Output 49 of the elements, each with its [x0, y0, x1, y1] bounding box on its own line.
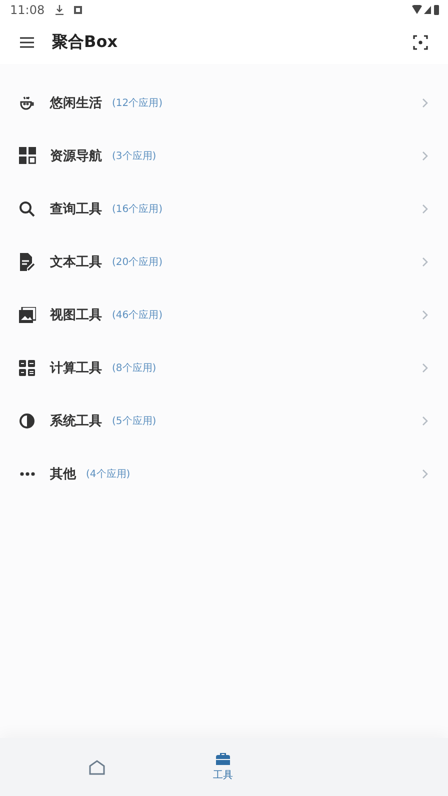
category-row[interactable]: 文本工具 (20个应用) — [0, 235, 448, 288]
menu-icon[interactable] — [20, 36, 34, 48]
chevron-right-icon — [422, 362, 428, 372]
category-name: 查询工具 — [50, 200, 102, 218]
category-row[interactable]: 计算工具 (8个应用) — [0, 341, 448, 394]
app-count: (46个应用) — [112, 308, 164, 322]
toolbox-icon — [215, 752, 231, 766]
image-icon — [18, 306, 36, 322]
grid-icon — [18, 147, 36, 164]
chevron-right-icon — [422, 310, 428, 320]
app-count: (3个应用) — [112, 150, 158, 162]
category-row[interactable]: 查询工具 (16个应用) — [0, 182, 448, 235]
chevron-right-icon — [422, 468, 428, 478]
calculator-icon — [19, 360, 35, 376]
app-count: (12个应用) — [112, 96, 164, 110]
chevron-right-icon — [422, 98, 428, 108]
download-icon — [54, 5, 64, 15]
nav-tab[interactable]: 工具 — [160, 738, 286, 796]
app-title: 聚合Box — [52, 32, 119, 52]
category-name: 文本工具 — [50, 254, 102, 270]
document-edit-icon — [19, 252, 35, 270]
app-count: (16个应用) — [112, 202, 164, 216]
notification-icon — [74, 6, 82, 14]
category-row[interactable]: 资源导航 (3个应用) — [0, 129, 448, 182]
app-count: (4个应用) — [86, 468, 132, 480]
chevron-right-icon — [422, 416, 428, 426]
chevron-right-icon — [422, 256, 428, 266]
category-name: 资源导航 — [50, 148, 102, 164]
home-icon — [89, 760, 105, 774]
status-icons-drawing — [412, 5, 440, 15]
category-row[interactable]: 其他 (4个应用) — [0, 447, 448, 500]
status-time: 11:08 — [10, 3, 45, 17]
category-name: 计算工具 — [50, 360, 102, 376]
category-name: 系统工具 — [50, 412, 102, 430]
scan-icon[interactable] — [413, 34, 428, 50]
search-icon — [19, 200, 35, 216]
chevron-right-icon — [422, 150, 428, 160]
app-count: (5个应用) — [112, 414, 158, 428]
category-name: 悠闲生活 — [50, 94, 102, 112]
contrast-icon — [19, 412, 35, 428]
app-count: (8个应用) — [112, 362, 158, 374]
category-row[interactable]: 悠闲生活 (12个应用) — [0, 76, 448, 129]
more-icon — [20, 472, 34, 476]
category-row[interactable]: 视图工具 (46个应用) — [0, 288, 448, 341]
app-count: (20个应用) — [112, 256, 164, 268]
category-name: 视图工具 — [50, 306, 102, 324]
chevron-right-icon — [422, 204, 428, 214]
category-row[interactable]: 系统工具 (5个应用) — [0, 394, 448, 447]
category-name: 其他 — [50, 466, 76, 482]
